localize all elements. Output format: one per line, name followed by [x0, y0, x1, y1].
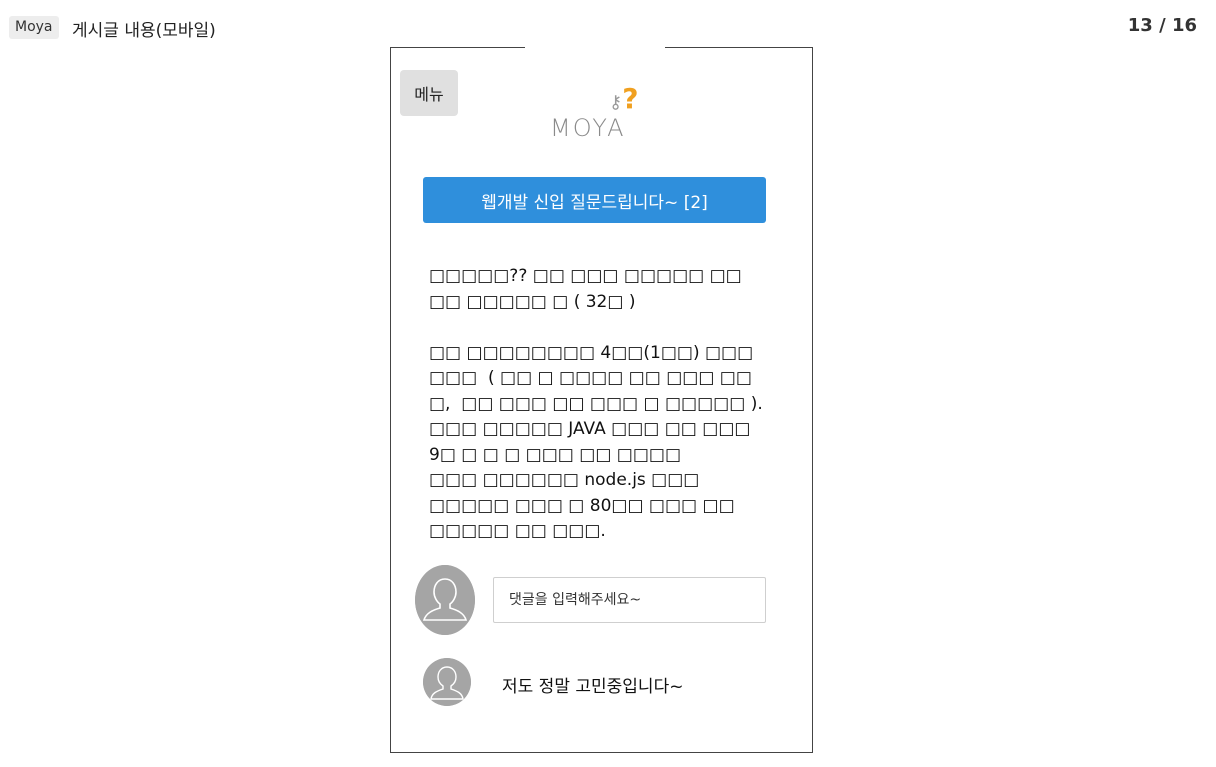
project-tag: Moya [9, 16, 59, 39]
moya-logo-icon[interactable]: ⚷? MOYA [541, 84, 651, 144]
comment-input[interactable] [493, 577, 766, 623]
post-body: □□□□□?? □□ □□□ □□□□□ □□ □□ □□□□□ □ ( 32□… [429, 266, 763, 541]
slide-header: Moya 게시글 내용(모바일) 13 / 16 [0, 0, 1216, 48]
user-avatar-icon [423, 658, 471, 706]
page-counter: 13 / 16 [1127, 15, 1197, 36]
user-avatar-icon [415, 565, 475, 635]
comment-text: 저도 정말 고민중입니다~ [502, 677, 684, 697]
menu-button[interactable]: 메뉴 [400, 70, 458, 116]
logo-text: MOYA [550, 114, 626, 142]
post-title-bar[interactable]: 웹개발 신입 질문드립니다~ [2] [423, 177, 766, 223]
page-title: 게시글 내용(모바일) [72, 21, 216, 41]
mobile-screen: 메뉴 ⚷? MOYA 웹개발 신입 질문드립니다~ [2] □□□□□?? □□… [390, 47, 813, 753]
